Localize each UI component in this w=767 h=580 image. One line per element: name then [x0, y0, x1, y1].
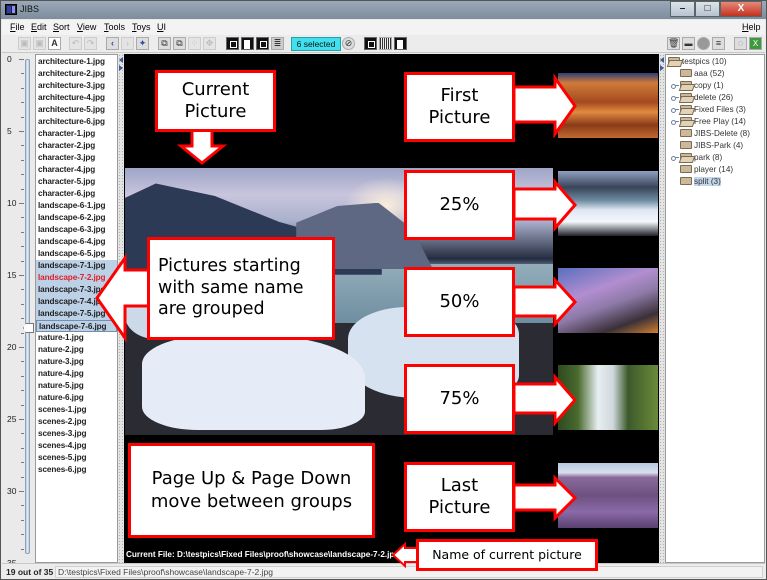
arrow-grouped	[95, 253, 152, 343]
arrow-current-picture	[176, 128, 228, 165]
arrow-50	[512, 276, 578, 328]
callout-first-picture: First Picture	[404, 72, 515, 142]
callout-last-picture: Last Picture	[404, 462, 515, 532]
callout-50-percent: 50%	[404, 267, 515, 337]
callout-25-percent: 25%	[404, 170, 515, 240]
callout-75-percent: 75%	[404, 364, 515, 434]
arrow-25	[512, 177, 577, 233]
callout-name-current: Name of current picture	[416, 539, 598, 571]
arrow-75	[512, 372, 577, 428]
arrow-first-picture	[512, 73, 577, 139]
callout-grouped: Pictures starting with same name are group…	[147, 237, 335, 340]
callout-arrows	[95, 73, 578, 569]
callout-page-keys: Page Up & Page Down move between groups	[128, 443, 375, 538]
arrow-last	[512, 474, 578, 522]
callout-current-picture: Current Picture	[155, 70, 276, 132]
